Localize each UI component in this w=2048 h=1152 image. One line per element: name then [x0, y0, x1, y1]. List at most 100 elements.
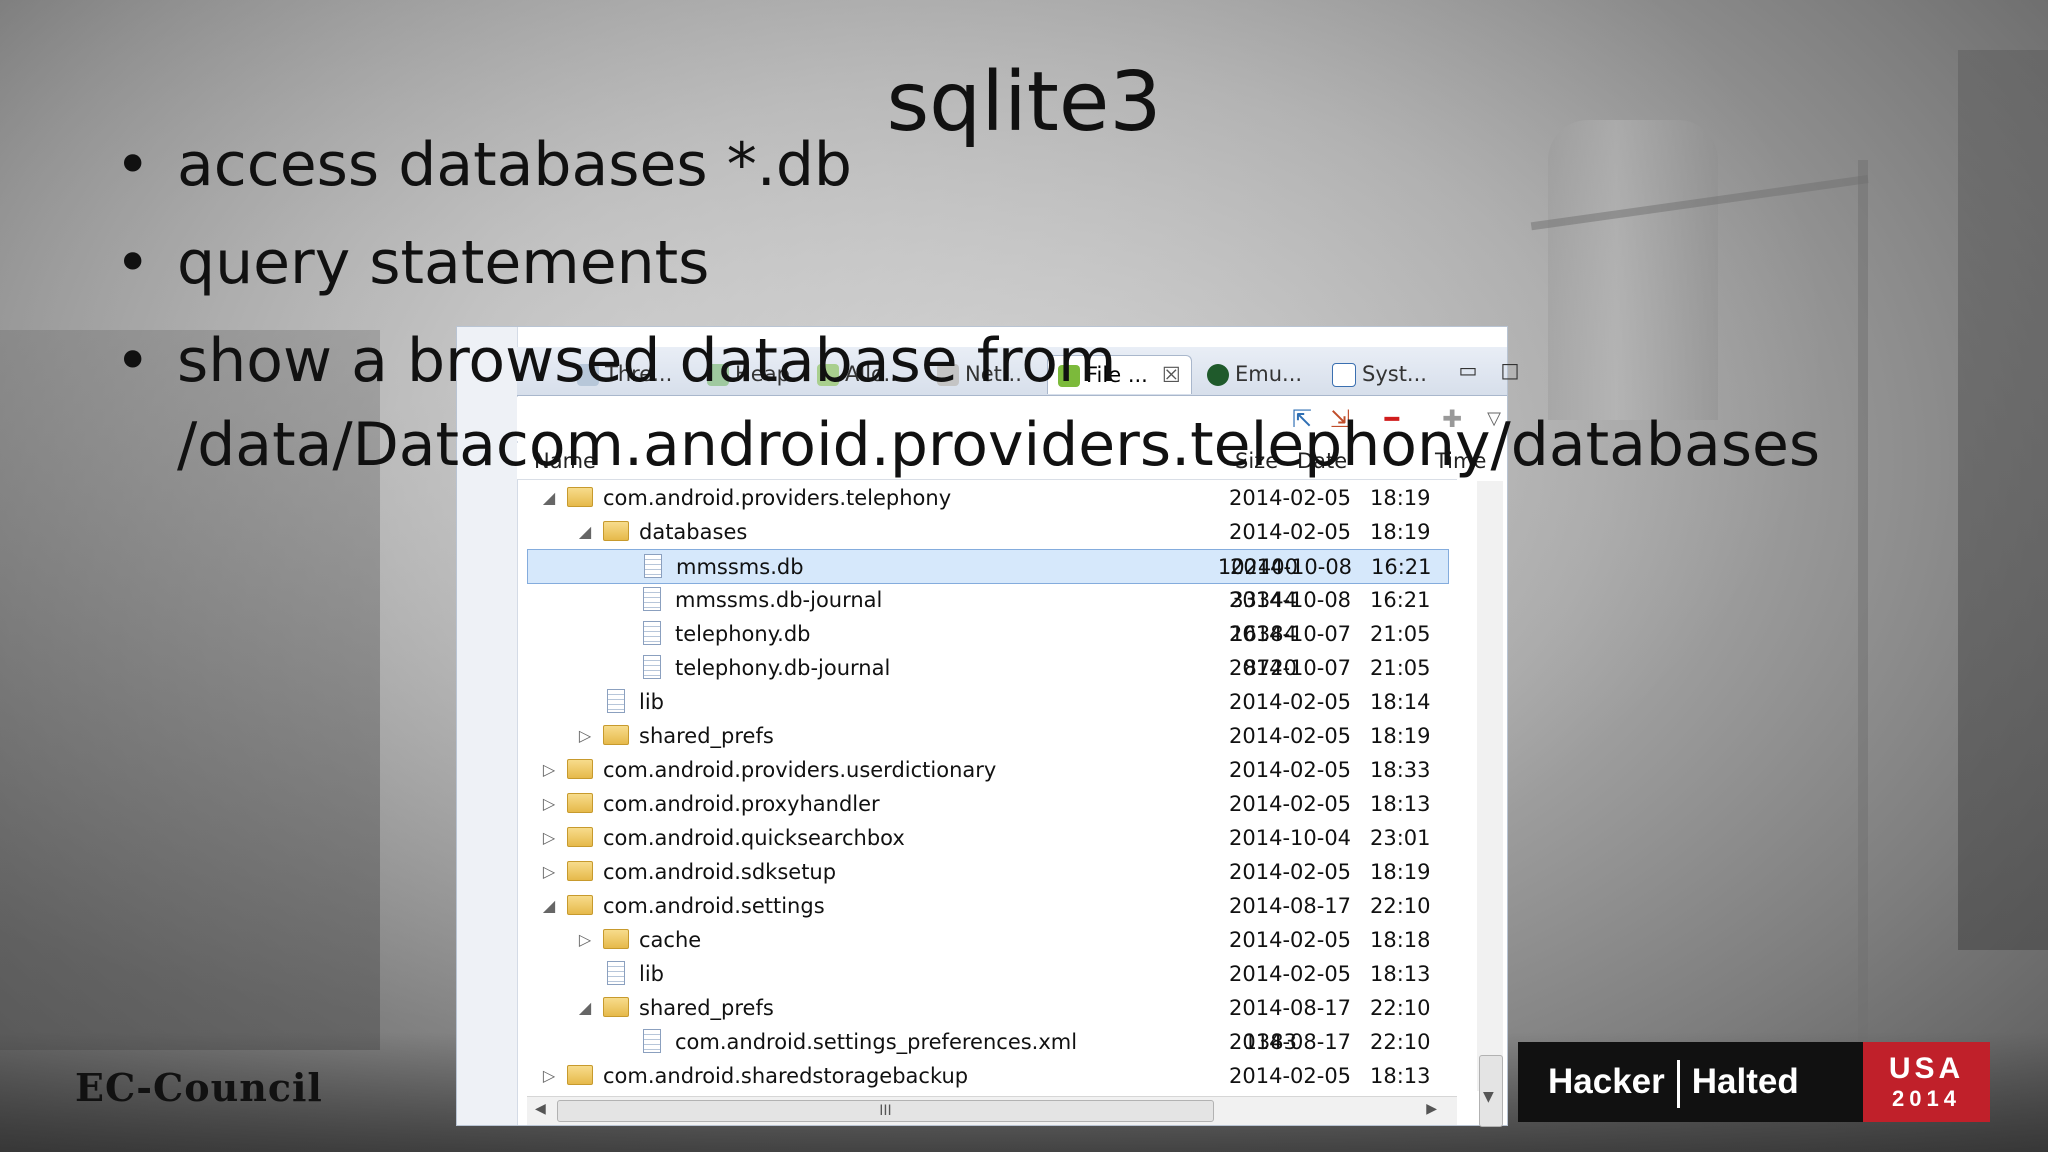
row-name: com.android.sharedstoragebackup — [603, 1064, 969, 1088]
row-name: com.android.settings — [603, 894, 825, 918]
folder-icon — [603, 521, 629, 541]
expanded-triangle-icon[interactable]: ◢ — [539, 891, 559, 921]
tree-row-file[interactable]: telephony.db 16384 2014-10-07 21:05 — [527, 617, 1447, 650]
collapsed-triangle-icon[interactable]: ▷ — [539, 789, 559, 819]
collapsed-triangle-icon[interactable]: ▷ — [539, 857, 559, 887]
background-building-right — [1958, 50, 2048, 950]
row-name: com.android.settings_preferences.xml — [675, 1030, 1078, 1054]
row-name: shared_prefs — [639, 724, 774, 748]
tree-row-folder[interactable]: ◢ databases 2014-02-05 18:19 — [527, 515, 1447, 548]
folder-icon — [567, 487, 593, 507]
tree-row-folder[interactable]: ▷ com.android.proxyhandler 2014-02-05 18:13 — [527, 787, 1447, 820]
row-date: 2014-08-17 — [1229, 894, 1352, 918]
ec-council-logo: EC-Council — [75, 1065, 323, 1110]
collapsed-triangle-icon[interactable]: ▷ — [539, 1061, 559, 1091]
horizontal-scrollbar[interactable]: ◀ III ▶ — [527, 1096, 1457, 1125]
scroll-left-arrow-icon[interactable]: ◀ — [535, 1101, 546, 1117]
file-icon — [643, 655, 661, 679]
tree-row-file[interactable]: lib 2014-02-05 18:14 — [527, 685, 1447, 718]
tree-row-folder[interactable]: ▷ cache 2014-02-05 18:18 — [527, 923, 1447, 956]
row-time: 16:21 — [1370, 588, 1431, 612]
collapsed-triangle-icon[interactable]: ▷ — [575, 721, 595, 751]
tree-row-file[interactable]: mmssms.db-journal 33344 2014-10-08 16:21 — [527, 583, 1447, 616]
tree-row-folder[interactable]: ▷ com.android.quicksearchbox 2014-10-04 23:… — [527, 821, 1447, 854]
tree-row-folder[interactable]: ▷ com.android.sdksetup 2014-02-05 18:19 — [527, 855, 1447, 888]
hacker-halted-text: Hacker Halted — [1518, 1042, 1863, 1122]
tree-row-folder[interactable]: ◢ com.android.settings 2014-08-17 22:10 — [527, 889, 1447, 922]
row-date: 2014-02-05 — [1229, 724, 1352, 748]
row-time: 18:19 — [1370, 860, 1431, 884]
folder-icon — [603, 929, 629, 949]
row-name: com.android.providers.userdictionary — [603, 758, 997, 782]
maximize-button[interactable]: □ — [1497, 357, 1523, 383]
scroll-right-arrow-icon[interactable]: ▶ — [1426, 1101, 1437, 1117]
tree-row-folder[interactable]: ▷ shared_prefs 2014-02-05 18:19 — [527, 719, 1447, 752]
row-time: 21:05 — [1370, 622, 1431, 646]
row-date: 2014-02-05 — [1229, 792, 1352, 816]
file-icon — [644, 554, 662, 578]
row-date: 2014-02-05 — [1229, 1064, 1352, 1088]
row-name: lib — [639, 962, 664, 986]
tree-row-folder[interactable]: ◢ com.android.providers.telephony 2014-02-… — [527, 481, 1447, 514]
close-tab-icon[interactable]: ☒ — [1162, 363, 1181, 387]
expanded-triangle-icon[interactable]: ◢ — [575, 517, 595, 547]
row-time: 18:19 — [1370, 520, 1431, 544]
row-time: 16:21 — [1371, 555, 1432, 579]
row-date: 2014-02-05 — [1229, 520, 1352, 544]
row-time: 18:18 — [1370, 928, 1431, 952]
row-time: 18:13 — [1370, 1064, 1431, 1088]
tree-row-folder[interactable]: ◢ shared_prefs 2014-08-17 22:10 — [527, 991, 1447, 1024]
row-time: 18:19 — [1370, 486, 1431, 510]
folder-icon — [567, 759, 593, 779]
row-date: 2014-10-08 — [1230, 555, 1353, 579]
tree-row-file[interactable]: mmssms.db 102400 2014-10-08 16:21 — [527, 549, 1449, 584]
row-time: 22:10 — [1370, 894, 1431, 918]
row-time: 22:10 — [1370, 996, 1431, 1020]
row-name: telephony.db — [675, 622, 811, 646]
row-name: shared_prefs — [639, 996, 774, 1020]
horizontal-scroll-thumb[interactable]: III — [557, 1100, 1214, 1122]
scroll-down-arrow-icon[interactable]: ▼ — [1483, 1089, 1494, 1105]
row-date: 2014-02-05 — [1229, 758, 1352, 782]
row-name: cache — [639, 928, 702, 952]
folder-icon — [567, 827, 593, 847]
tree-row-file[interactable]: lib 2014-02-05 18:13 — [527, 957, 1447, 990]
tab-system-information[interactable]: Syst... — [1332, 355, 1427, 393]
row-time: 18:13 — [1370, 962, 1431, 986]
row-name: com.android.proxyhandler — [603, 792, 880, 816]
row-time: 18:14 — [1370, 690, 1431, 714]
row-time: 18:13 — [1370, 792, 1431, 816]
vertical-scrollbar[interactable]: ▼ — [1477, 481, 1503, 1127]
expanded-triangle-icon[interactable]: ◢ — [539, 483, 559, 513]
row-date: 2014-02-05 — [1229, 486, 1352, 510]
tree-row-file[interactable]: telephony.db-journal 8720 2014-10-07 21:05 — [527, 651, 1447, 684]
background-tower — [1548, 120, 1718, 420]
collapsed-triangle-icon[interactable]: ▷ — [539, 823, 559, 853]
tree-row-file[interactable]: com.android.settings_preferences.xml 1383… — [527, 1025, 1447, 1058]
row-date: 2014-02-05 — [1229, 928, 1352, 952]
folder-icon — [603, 725, 629, 745]
collapsed-triangle-icon[interactable]: ▷ — [539, 755, 559, 785]
row-name: lib — [639, 690, 664, 714]
row-date: 2014-02-05 — [1229, 860, 1352, 884]
row-date: 2014-02-05 — [1229, 962, 1352, 986]
file-icon — [643, 621, 661, 645]
row-name: com.android.quicksearchbox — [603, 826, 905, 850]
row-date: 2014-08-17 — [1229, 1030, 1352, 1054]
emulator-icon — [1207, 364, 1229, 386]
folder-icon — [603, 997, 629, 1017]
row-name: com.android.sdksetup — [603, 860, 837, 884]
row-date: 2014-10-07 — [1229, 656, 1352, 680]
row-time: 21:05 — [1370, 656, 1431, 680]
tree-row-folder[interactable]: ▷ com.android.providers.userdictionary 201… — [527, 753, 1447, 786]
tab-emulator-control[interactable]: Emu... — [1207, 355, 1302, 393]
file-icon — [607, 689, 625, 713]
minimize-button[interactable]: ▭ — [1455, 357, 1481, 383]
background-pole — [1858, 160, 1868, 1060]
collapsed-triangle-icon[interactable]: ▷ — [575, 925, 595, 955]
expanded-triangle-icon[interactable]: ◢ — [575, 993, 595, 1023]
folder-icon — [567, 895, 593, 915]
row-time: 23:01 — [1370, 826, 1431, 850]
tree-row-folder[interactable]: ▷ com.android.sharedstoragebackup 2014-02-… — [527, 1059, 1447, 1092]
file-icon — [643, 1029, 661, 1053]
